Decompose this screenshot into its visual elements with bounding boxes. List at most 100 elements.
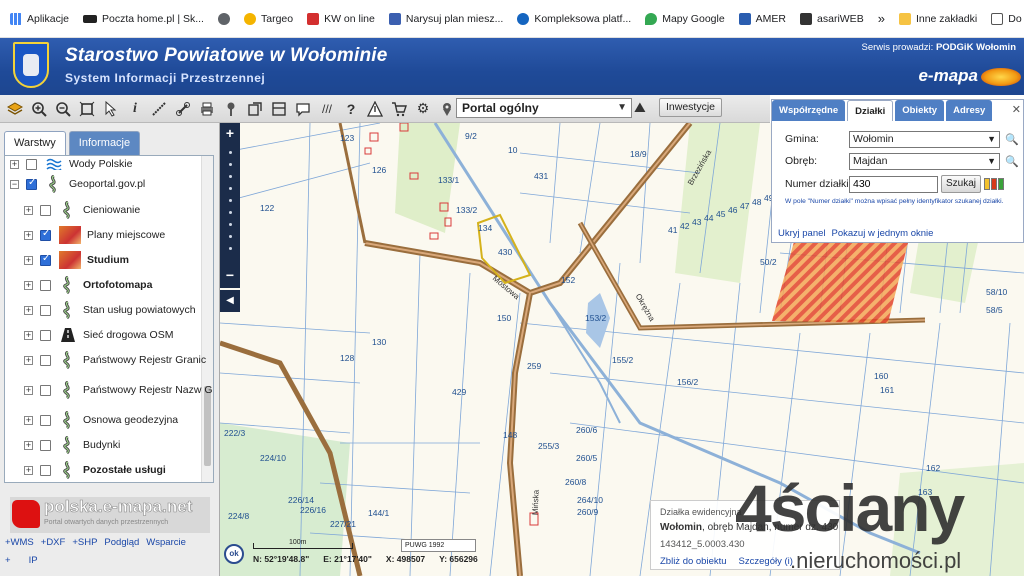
bookmark-kw[interactable]: KW on line: [307, 12, 375, 25]
bookmark-other[interactable]: Inne zakładki: [898, 12, 977, 25]
layer-checkbox[interactable]: [40, 204, 51, 216]
location-settings-icon[interactable]: [438, 100, 456, 118]
terrain-icon[interactable]: ⛰: [634, 99, 646, 116]
layer-checkbox[interactable]: [40, 414, 51, 426]
info-icon[interactable]: i: [126, 100, 144, 118]
bookmark-mapy-google[interactable]: Mapy Google: [645, 12, 725, 25]
zoom-level-dot[interactable]: [229, 163, 232, 166]
layer-checkbox[interactable]: [26, 158, 37, 170]
layer-row[interactable]: + Stan usług powiatowych: [24, 298, 196, 322]
expand-toggle-icon[interactable]: +: [24, 205, 33, 215]
link-wsparcie[interactable]: Wsparcie: [146, 537, 186, 548]
bookmark-poczta[interactable]: Poczta home.pl | Sk...: [83, 13, 204, 25]
obreb-select[interactable]: Majdan ▼: [849, 153, 1000, 170]
layer-row[interactable]: + Państwowy Rejestr Granic: [24, 348, 206, 372]
inwestycje-button[interactable]: Inwestycje: [659, 98, 722, 117]
bookmark-targeo[interactable]: Targeo: [243, 12, 293, 25]
panel-layout-icon[interactable]: [270, 100, 288, 118]
export-icon[interactable]: [246, 100, 264, 118]
zoom-extent-icon[interactable]: [78, 100, 96, 118]
expand-toggle-icon[interactable]: +: [24, 440, 33, 450]
color-swatch[interactable]: [991, 178, 997, 190]
bookmark-apps[interactable]: Aplikacje: [10, 12, 69, 25]
search-button[interactable]: Szukaj: [941, 175, 981, 193]
layer-checkbox[interactable]: [40, 384, 51, 396]
layer-checkbox[interactable]: [40, 354, 51, 366]
zoom-level-dot[interactable]: [229, 187, 232, 190]
link-icon[interactable]: [174, 100, 192, 118]
bookmark-asari[interactable]: asariWEB: [800, 12, 864, 25]
single-window-link[interactable]: Pokazuj w jednym oknie: [832, 228, 934, 239]
tree-scrollbar[interactable]: [201, 156, 213, 482]
bookmark-amer[interactable]: AMER: [738, 12, 786, 25]
link-shp[interactable]: +SHP: [72, 537, 97, 548]
expand-toggle-icon[interactable]: +: [24, 355, 33, 365]
bookmark-platforma[interactable]: Kompleksowa platf...: [517, 12, 631, 25]
link-podglad[interactable]: Podgląd: [104, 537, 139, 548]
tab-wspolrzedne[interactable]: Współrzędne: [772, 100, 846, 121]
zoom-out-icon[interactable]: [54, 100, 72, 118]
layers-icon[interactable]: [6, 100, 24, 118]
tab-informacje[interactable]: Informacje: [68, 131, 141, 155]
color-swatch[interactable]: [998, 178, 1004, 190]
layer-checkbox[interactable]: [40, 329, 51, 341]
parcel-number-input[interactable]: 430: [849, 176, 938, 193]
layer-row[interactable]: + Ortofotomapa: [24, 273, 152, 297]
layer-row[interactable]: + Plany miejscowe: [24, 223, 165, 247]
tab-adresy[interactable]: Adresy: [946, 100, 993, 121]
zoom-in-icon[interactable]: [30, 100, 48, 118]
layer-checkbox[interactable]: [40, 228, 51, 241]
polska-emapa-logo[interactable]: polska.e-mapa.net Portal otwartych danyc…: [10, 497, 210, 533]
layer-checkbox[interactable]: [40, 304, 51, 316]
tab-obiekty[interactable]: Obiekty: [895, 100, 945, 121]
warning-road-icon[interactable]: [366, 100, 384, 118]
zoom-level-dot[interactable]: [229, 151, 232, 154]
bookmarks-more-button[interactable]: »: [878, 11, 885, 26]
layer-checkbox[interactable]: [40, 253, 51, 266]
link-dxf[interactable]: +DXF: [41, 537, 66, 548]
zoom-level-dot[interactable]: [229, 247, 232, 250]
expand-toggle-icon[interactable]: +: [24, 255, 33, 265]
layer-row[interactable]: + Pozostałe usługi: [24, 458, 166, 482]
layer-checkbox[interactable]: [40, 439, 51, 451]
expand-toggle-icon[interactable]: +: [24, 385, 33, 395]
hatch-icon[interactable]: ///: [318, 100, 336, 118]
layer-row[interactable]: + Osnowa geodezyjna: [24, 408, 178, 432]
settings-icon[interactable]: ⚙: [414, 100, 432, 118]
tab-warstwy[interactable]: Warstwy: [4, 131, 66, 155]
bookmark-narysuj[interactable]: Narysuj plan miesz...: [388, 12, 503, 25]
close-icon[interactable]: ✕: [1012, 103, 1021, 116]
link-plus[interactable]: +: [5, 555, 11, 566]
layer-row[interactable]: − Geoportal.gov.pl: [10, 172, 145, 196]
zoom-level-dot[interactable]: [229, 199, 232, 202]
pin-icon[interactable]: [222, 100, 240, 118]
color-swatch[interactable]: [984, 178, 990, 190]
collapse-panel-button[interactable]: ◀: [220, 290, 240, 312]
zoom-minus-button[interactable]: −: [223, 268, 237, 282]
crs-select[interactable]: PUWG 1992: [401, 539, 476, 552]
expand-toggle-icon[interactable]: +: [24, 230, 33, 240]
ok-button[interactable]: ok: [224, 544, 244, 564]
link-ip[interactable]: IP: [29, 555, 38, 566]
print-icon[interactable]: [198, 100, 216, 118]
link-wms[interactable]: +WMS: [5, 537, 34, 548]
expand-toggle-icon[interactable]: −: [10, 179, 19, 189]
zoom-level-dot[interactable]: [229, 223, 232, 226]
help-icon[interactable]: ?: [342, 100, 360, 118]
hide-panel-link[interactable]: Ukryj panel: [778, 228, 826, 239]
comment-icon[interactable]: [294, 100, 312, 118]
layer-row[interactable]: + Państwowy Rejestr Nazw Geograficznych: [24, 374, 213, 406]
measure-distance-icon[interactable]: [150, 100, 168, 118]
profile-select[interactable]: Portal ogólny ▼: [456, 98, 632, 118]
layer-checkbox[interactable]: [40, 279, 51, 291]
zoom-level-dot[interactable]: [229, 211, 232, 214]
zoom-level-dot[interactable]: [229, 175, 232, 178]
color-swatches[interactable]: [984, 178, 1004, 190]
expand-toggle-icon[interactable]: +: [24, 330, 33, 340]
layer-checkbox[interactable]: [40, 464, 51, 476]
tab-dzialki[interactable]: Działki: [847, 100, 894, 121]
zoom-level-dot[interactable]: [229, 235, 232, 238]
expand-toggle-icon[interactable]: +: [24, 415, 33, 425]
pointer-icon[interactable]: [102, 100, 120, 118]
layer-row[interactable]: + Studium: [24, 248, 129, 272]
